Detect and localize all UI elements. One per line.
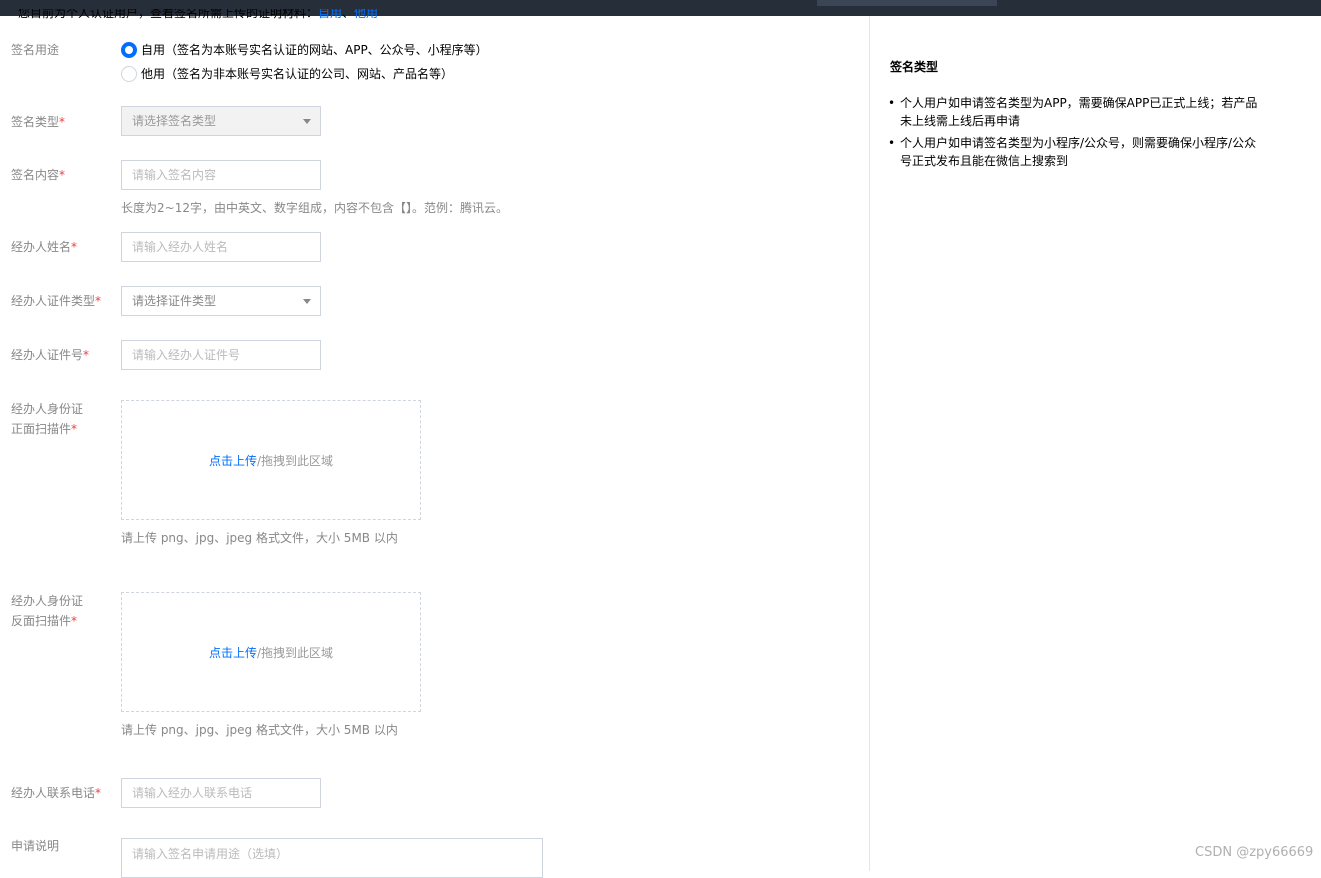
agent-id-number-label: 经办人证件号* [11,348,90,362]
application-note-textarea[interactable]: 请输入签名申请用途（选填） [121,838,543,878]
agent-name-input[interactable]: 请输入经办人姓名 [121,232,321,262]
agent-phone-label: 经办人联系电话* [11,786,102,800]
id-back-upload-area[interactable]: 点击上传/拖拽到此区域 [121,592,421,712]
sign-content-hint: 长度为2~12字，由中英文、数字组成，内容不包含【】。范例：腾讯云。 [121,201,508,215]
agent-id-type-placeholder: 请选择证件类型 [132,294,217,308]
sidebar-tips-list: 个人用户如申请签名类型为APP，需要确保APP已正式上线；若产品未上线需上线后再… [888,94,1268,174]
purpose-option-other-label: 他用（签名为非本账号实名认证的公司、网站、产品名等） [141,67,454,81]
id-back-upload-link[interactable]: 点击上传 [209,644,257,661]
purpose-option-other[interactable]: 他用（签名为非本账号实名认证的公司、网站、产品名等） [121,65,453,82]
panel-divider [869,16,870,871]
sign-type-placeholder: 请选择签名类型 [132,114,217,128]
sign-content-label: 签名内容* [11,168,66,182]
sign-content-placeholder: 请输入签名内容 [132,168,217,182]
sidebar-tip-item: 个人用户如申请签名类型为APP，需要确保APP已正式上线；若产品未上线需上线后再… [888,94,1268,130]
agent-id-type-select[interactable]: 请选择证件类型 [121,286,321,316]
sign-content-input[interactable]: 请输入签名内容 [121,160,321,190]
watermark: CSDN @zpy66669 [1195,845,1314,860]
agent-id-number-placeholder: 请输入经办人证件号 [132,348,241,362]
sidebar-title: 签名类型 [890,60,939,74]
purpose-option-self-label: 自用（签名为本账号实名认证的网站、APP、公众号、小程序等） [141,43,488,57]
agent-phone-input[interactable]: 请输入经办人联系电话 [121,778,321,808]
radio-checked-icon[interactable] [121,41,137,58]
id-front-upload-link[interactable]: 点击上传 [209,452,257,469]
agent-id-number-input[interactable]: 请输入经办人证件号 [121,340,321,370]
agent-name-label: 经办人姓名* [11,240,78,254]
sidebar-tip-item: 个人用户如申请签名类型为小程序/公众号，则需要确保小程序/公众号正式发布且能在微… [888,134,1268,170]
id-front-upload-area[interactable]: 点击上传/拖拽到此区域 [121,400,421,520]
form-area: 签名用途 自用（签名为本账号实名认证的网站、APP、公众号、小程序等） 他用（签… [0,16,870,878]
agent-phone-placeholder: 请输入经办人联系电话 [132,786,253,800]
id-back-label: 经办人身份证 反面扫描件* [11,594,84,628]
radio-unchecked-icon[interactable] [121,65,137,82]
top-bar-tab[interactable] [817,0,997,6]
agent-name-placeholder: 请输入经办人姓名 [132,240,229,254]
purpose-option-self[interactable]: 自用（签名为本账号实名认证的网站、APP、公众号、小程序等） [121,41,488,58]
chevron-down-icon [303,119,311,124]
id-back-upload-rest: /拖拽到此区域 [256,645,334,660]
id-front-hint: 请上传 png、jpg、jpeg 格式文件，大小 5MB 以内 [121,531,398,545]
sign-type-select[interactable]: 请选择签名类型 [121,106,321,136]
id-back-hint: 请上传 png、jpg、jpeg 格式文件，大小 5MB 以内 [121,723,398,737]
id-front-label: 经办人身份证 正面扫描件* [11,402,84,436]
purpose-label: 签名用途 [11,43,60,57]
chevron-down-icon [303,299,311,304]
application-note-placeholder: 请输入签名申请用途（选填） [132,847,289,861]
id-front-upload-rest: /拖拽到此区域 [256,453,334,468]
application-note-label: 申请说明 [11,839,60,853]
sign-type-label: 签名类型* [11,115,66,129]
agent-id-type-label: 经办人证件类型* [11,294,102,308]
